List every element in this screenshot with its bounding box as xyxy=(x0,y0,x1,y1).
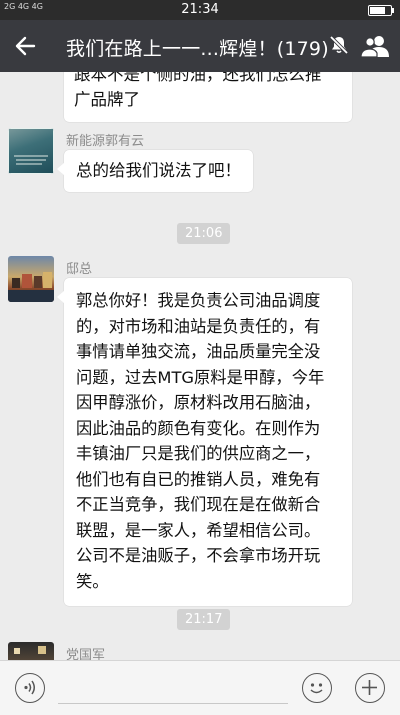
message-text-line: 郭总你好！我是负责公司油品调度 xyxy=(76,291,321,310)
message-text-line: 因甲醇涨价，原材料改用石脑油， xyxy=(76,393,321,412)
emoji-icon[interactable] xyxy=(302,673,332,703)
sender-name: 新能源郭有云 xyxy=(66,134,145,149)
plus-icon[interactable] xyxy=(355,673,385,703)
timestamp-pill: 21:06 xyxy=(177,223,231,244)
sender-name: 党国军 xyxy=(66,648,106,660)
voice-icon[interactable] xyxy=(15,673,45,703)
status-bar: 2G 4G 4G 21:34 xyxy=(0,0,400,20)
message-text-line: 不正当竞争，我们现在是在做新合 xyxy=(76,495,321,514)
input-bar xyxy=(0,660,400,715)
message-bubble[interactable]: 郭总你好！我是负责公司油品调度 的，对市场和油站是负责任的，有 事情请单独交流，… xyxy=(57,278,352,606)
message-input[interactable] xyxy=(58,703,288,704)
message-text-line: 丰镇油厂只是我们的供应商之一， xyxy=(76,444,321,463)
message-text: 总的给我们说法了吧！ xyxy=(76,161,241,180)
battery-icon xyxy=(368,5,394,16)
message-text-line: 问题，过去MTG原料是甲醇，今年 xyxy=(76,367,325,387)
message-text-line: 笑。 xyxy=(76,571,109,591)
message-text-line: 他们也有自已的推销人员，难免有 xyxy=(76,469,321,489)
avatar[interactable] xyxy=(8,256,54,302)
message-list[interactable]: 跟本不是个侧的油，还我们怎么推 广品牌了 新能源郭有云 总的给我们说法了吧！ 2… xyxy=(0,72,400,660)
timestamp-pill: 21:17 xyxy=(177,609,231,630)
avatar[interactable] xyxy=(8,128,54,174)
chat-header: 我们在路上一一...辉煌！(179) xyxy=(0,20,400,72)
chat-title: 我们在路上一一...辉煌！(179) xyxy=(66,38,329,60)
group-members-icon[interactable] xyxy=(360,33,390,59)
message-text-line: 公司不是油贩子，不会拿市场开玩 xyxy=(76,546,321,565)
message-text-line: 因此油品的颜色有变化。在则作为 xyxy=(76,418,321,438)
message-text-line: 事情请单独交流，油品质量完全没 xyxy=(76,342,321,361)
message-bubble[interactable]: 跟本不是个侧的油，还我们怎么推 广品牌了 xyxy=(64,72,352,122)
message-text: 广品牌了 xyxy=(74,90,140,109)
message-text: 跟本不是个侧的油，还我们怎么推 xyxy=(74,72,322,84)
back-arrow-icon[interactable] xyxy=(12,32,40,60)
message-text-line: 联盟，是一家人，希望相信公司。 xyxy=(76,520,321,540)
message-bubble[interactable]: 总的给我们说法了吧！ xyxy=(57,150,253,192)
status-time: 21:34 xyxy=(181,2,219,17)
avatar[interactable] xyxy=(8,642,54,660)
sender-name: 邸总 xyxy=(66,262,93,277)
mute-icon xyxy=(328,34,350,56)
message-text-line: 的，对市场和油站是负责任的，有 xyxy=(76,316,321,336)
